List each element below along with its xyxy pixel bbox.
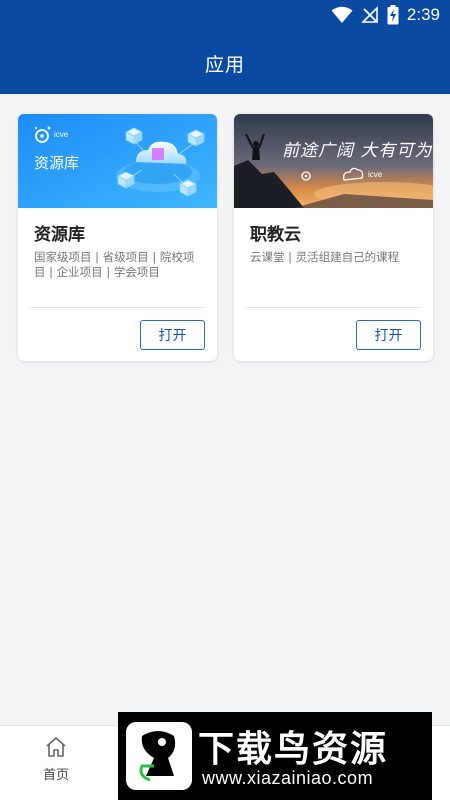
card-description: 云课堂 | 灵活组建自己的课程 <box>250 250 400 264</box>
wifi-icon <box>331 6 353 23</box>
app-card-resource-library[interactable]: icve 资源库 资源库 国家级项目 | 省级项目 | 院校项目 | 企业项目 … <box>18 114 217 361</box>
banner-label: 资源库 <box>34 154 80 172</box>
banner-logo-text: icve <box>54 130 69 139</box>
banner-logo-text: icve <box>368 170 383 179</box>
bird-logo-icon <box>126 722 192 790</box>
card-title: 职教云 <box>250 225 301 245</box>
card-title: 资源库 <box>34 225 85 245</box>
sunrise-mountain-illustration <box>234 114 433 208</box>
home-icon <box>46 737 66 757</box>
resource-library-banner: icve 资源库 <box>18 114 217 208</box>
no-signal-icon <box>360 6 378 23</box>
app-card-vocational-cloud[interactable]: 前途广阔 大有可为 icve 职教云 云课堂 | 灵活组建自己的课程 打开 <box>234 114 433 361</box>
open-resource-library-button[interactable]: 打开 <box>140 320 205 350</box>
status-time: 2:39 <box>406 5 440 24</box>
nav-item-label: 首页 <box>42 768 69 783</box>
status-icons: 2:39 <box>331 5 440 25</box>
card-description: 国家级项目 | 省级项目 | 院校项目 | 企业项目 | 学会项目 <box>34 250 195 279</box>
nav-item-home[interactable]: 首页 <box>28 736 84 796</box>
open-vocational-cloud-button[interactable]: 打开 <box>356 320 421 350</box>
card-divider <box>30 307 205 308</box>
watermark-title: 下载鸟资源 <box>198 729 389 770</box>
banner-slogan: 前途广阔 大有可为 <box>282 141 433 161</box>
watermark-url: www.xiazainiao.com <box>202 768 374 788</box>
app-bar: 应用 <box>0 32 450 94</box>
card-divider <box>246 307 421 308</box>
vocational-cloud-banner: 前途广阔 大有可为 icve <box>234 114 433 208</box>
page-title: 应用 <box>204 53 245 76</box>
watermark-overlay: 下载鸟资源 www.xiazainiao.com <box>118 712 432 800</box>
status-bar: 2:39 <box>0 0 450 32</box>
battery-charging-icon <box>387 5 399 25</box>
